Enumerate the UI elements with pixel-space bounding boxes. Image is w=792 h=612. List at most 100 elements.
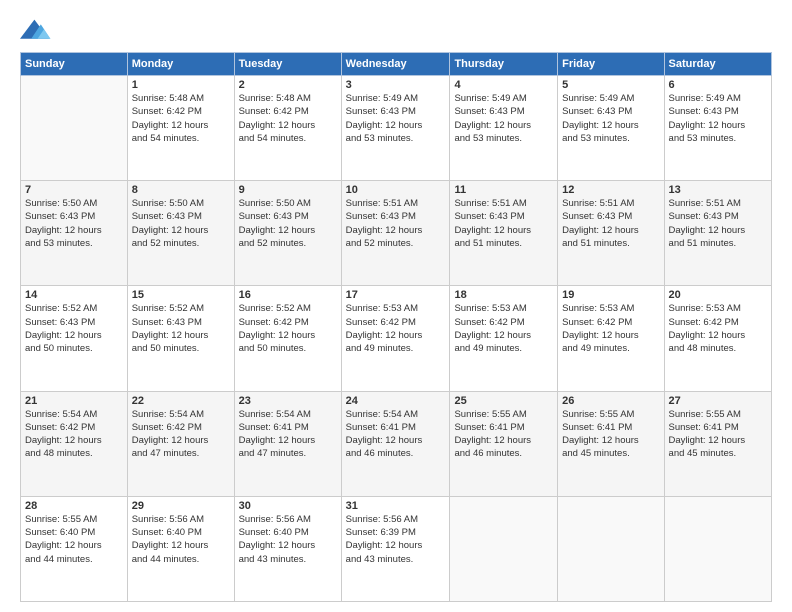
day-detail: Sunrise: 5:56 AM Sunset: 6:40 PM Dayligh… <box>132 513 230 566</box>
calendar: SundayMondayTuesdayWednesdayThursdayFrid… <box>20 52 772 602</box>
day-cell <box>558 496 664 601</box>
day-detail: Sunrise: 5:48 AM Sunset: 6:42 PM Dayligh… <box>132 92 230 145</box>
day-detail: Sunrise: 5:54 AM Sunset: 6:41 PM Dayligh… <box>239 408 337 461</box>
day-detail: Sunrise: 5:51 AM Sunset: 6:43 PM Dayligh… <box>562 197 659 250</box>
day-number: 7 <box>25 184 123 196</box>
day-cell: 24Sunrise: 5:54 AM Sunset: 6:41 PM Dayli… <box>341 391 450 496</box>
day-number: 18 <box>454 289 553 301</box>
day-detail: Sunrise: 5:55 AM Sunset: 6:41 PM Dayligh… <box>562 408 659 461</box>
day-cell: 28Sunrise: 5:55 AM Sunset: 6:40 PM Dayli… <box>21 496 128 601</box>
day-header-sunday: Sunday <box>21 53 128 76</box>
day-detail: Sunrise: 5:48 AM Sunset: 6:42 PM Dayligh… <box>239 92 337 145</box>
day-number: 31 <box>346 500 446 512</box>
day-number: 10 <box>346 184 446 196</box>
day-number: 21 <box>25 395 123 407</box>
day-cell: 15Sunrise: 5:52 AM Sunset: 6:43 PM Dayli… <box>127 286 234 391</box>
day-cell: 23Sunrise: 5:54 AM Sunset: 6:41 PM Dayli… <box>234 391 341 496</box>
day-number: 30 <box>239 500 337 512</box>
day-detail: Sunrise: 5:49 AM Sunset: 6:43 PM Dayligh… <box>562 92 659 145</box>
day-number: 9 <box>239 184 337 196</box>
logo <box>20 16 56 44</box>
day-number: 8 <box>132 184 230 196</box>
day-number: 5 <box>562 79 659 91</box>
day-detail: Sunrise: 5:53 AM Sunset: 6:42 PM Dayligh… <box>562 302 659 355</box>
day-number: 28 <box>25 500 123 512</box>
day-number: 1 <box>132 79 230 91</box>
header-row: SundayMondayTuesdayWednesdayThursdayFrid… <box>21 53 772 76</box>
day-number: 3 <box>346 79 446 91</box>
day-number: 17 <box>346 289 446 301</box>
day-detail: Sunrise: 5:53 AM Sunset: 6:42 PM Dayligh… <box>454 302 553 355</box>
day-detail: Sunrise: 5:49 AM Sunset: 6:43 PM Dayligh… <box>669 92 767 145</box>
day-detail: Sunrise: 5:56 AM Sunset: 6:39 PM Dayligh… <box>346 513 446 566</box>
day-detail: Sunrise: 5:54 AM Sunset: 6:42 PM Dayligh… <box>132 408 230 461</box>
day-number: 19 <box>562 289 659 301</box>
day-cell: 4Sunrise: 5:49 AM Sunset: 6:43 PM Daylig… <box>450 76 558 181</box>
page: SundayMondayTuesdayWednesdayThursdayFrid… <box>0 0 792 612</box>
day-cell: 21Sunrise: 5:54 AM Sunset: 6:42 PM Dayli… <box>21 391 128 496</box>
calendar-header: SundayMondayTuesdayWednesdayThursdayFrid… <box>21 53 772 76</box>
day-detail: Sunrise: 5:55 AM Sunset: 6:41 PM Dayligh… <box>454 408 553 461</box>
day-cell: 5Sunrise: 5:49 AM Sunset: 6:43 PM Daylig… <box>558 76 664 181</box>
week-row-4: 21Sunrise: 5:54 AM Sunset: 6:42 PM Dayli… <box>21 391 772 496</box>
day-header-thursday: Thursday <box>450 53 558 76</box>
day-number: 15 <box>132 289 230 301</box>
week-row-2: 7Sunrise: 5:50 AM Sunset: 6:43 PM Daylig… <box>21 181 772 286</box>
day-detail: Sunrise: 5:52 AM Sunset: 6:43 PM Dayligh… <box>25 302 123 355</box>
day-detail: Sunrise: 5:51 AM Sunset: 6:43 PM Dayligh… <box>346 197 446 250</box>
day-number: 6 <box>669 79 767 91</box>
day-detail: Sunrise: 5:55 AM Sunset: 6:40 PM Dayligh… <box>25 513 123 566</box>
day-detail: Sunrise: 5:56 AM Sunset: 6:40 PM Dayligh… <box>239 513 337 566</box>
day-number: 11 <box>454 184 553 196</box>
day-number: 4 <box>454 79 553 91</box>
day-detail: Sunrise: 5:49 AM Sunset: 6:43 PM Dayligh… <box>454 92 553 145</box>
day-number: 24 <box>346 395 446 407</box>
day-detail: Sunrise: 5:51 AM Sunset: 6:43 PM Dayligh… <box>669 197 767 250</box>
day-number: 20 <box>669 289 767 301</box>
day-cell: 6Sunrise: 5:49 AM Sunset: 6:43 PM Daylig… <box>664 76 771 181</box>
day-cell: 16Sunrise: 5:52 AM Sunset: 6:42 PM Dayli… <box>234 286 341 391</box>
day-number: 23 <box>239 395 337 407</box>
calendar-body: 1Sunrise: 5:48 AM Sunset: 6:42 PM Daylig… <box>21 76 772 602</box>
day-detail: Sunrise: 5:55 AM Sunset: 6:41 PM Dayligh… <box>669 408 767 461</box>
day-header-monday: Monday <box>127 53 234 76</box>
day-header-wednesday: Wednesday <box>341 53 450 76</box>
day-cell: 3Sunrise: 5:49 AM Sunset: 6:43 PM Daylig… <box>341 76 450 181</box>
day-cell: 1Sunrise: 5:48 AM Sunset: 6:42 PM Daylig… <box>127 76 234 181</box>
day-cell: 26Sunrise: 5:55 AM Sunset: 6:41 PM Dayli… <box>558 391 664 496</box>
day-detail: Sunrise: 5:52 AM Sunset: 6:43 PM Dayligh… <box>132 302 230 355</box>
day-detail: Sunrise: 5:54 AM Sunset: 6:42 PM Dayligh… <box>25 408 123 461</box>
day-number: 22 <box>132 395 230 407</box>
day-header-tuesday: Tuesday <box>234 53 341 76</box>
day-number: 27 <box>669 395 767 407</box>
day-cell: 2Sunrise: 5:48 AM Sunset: 6:42 PM Daylig… <box>234 76 341 181</box>
day-cell <box>664 496 771 601</box>
week-row-1: 1Sunrise: 5:48 AM Sunset: 6:42 PM Daylig… <box>21 76 772 181</box>
header <box>20 16 772 44</box>
day-detail: Sunrise: 5:53 AM Sunset: 6:42 PM Dayligh… <box>346 302 446 355</box>
day-detail: Sunrise: 5:53 AM Sunset: 6:42 PM Dayligh… <box>669 302 767 355</box>
day-number: 25 <box>454 395 553 407</box>
day-header-friday: Friday <box>558 53 664 76</box>
day-cell: 27Sunrise: 5:55 AM Sunset: 6:41 PM Dayli… <box>664 391 771 496</box>
day-cell: 17Sunrise: 5:53 AM Sunset: 6:42 PM Dayli… <box>341 286 450 391</box>
week-row-5: 28Sunrise: 5:55 AM Sunset: 6:40 PM Dayli… <box>21 496 772 601</box>
day-detail: Sunrise: 5:52 AM Sunset: 6:42 PM Dayligh… <box>239 302 337 355</box>
day-cell: 20Sunrise: 5:53 AM Sunset: 6:42 PM Dayli… <box>664 286 771 391</box>
day-cell: 14Sunrise: 5:52 AM Sunset: 6:43 PM Dayli… <box>21 286 128 391</box>
day-cell: 9Sunrise: 5:50 AM Sunset: 6:43 PM Daylig… <box>234 181 341 286</box>
day-number: 2 <box>239 79 337 91</box>
day-detail: Sunrise: 5:54 AM Sunset: 6:41 PM Dayligh… <box>346 408 446 461</box>
day-cell: 12Sunrise: 5:51 AM Sunset: 6:43 PM Dayli… <box>558 181 664 286</box>
day-number: 14 <box>25 289 123 301</box>
day-cell: 19Sunrise: 5:53 AM Sunset: 6:42 PM Dayli… <box>558 286 664 391</box>
day-detail: Sunrise: 5:50 AM Sunset: 6:43 PM Dayligh… <box>25 197 123 250</box>
day-cell: 13Sunrise: 5:51 AM Sunset: 6:43 PM Dayli… <box>664 181 771 286</box>
week-row-3: 14Sunrise: 5:52 AM Sunset: 6:43 PM Dayli… <box>21 286 772 391</box>
day-number: 12 <box>562 184 659 196</box>
day-detail: Sunrise: 5:50 AM Sunset: 6:43 PM Dayligh… <box>132 197 230 250</box>
day-cell: 7Sunrise: 5:50 AM Sunset: 6:43 PM Daylig… <box>21 181 128 286</box>
day-detail: Sunrise: 5:49 AM Sunset: 6:43 PM Dayligh… <box>346 92 446 145</box>
day-cell <box>450 496 558 601</box>
day-cell: 18Sunrise: 5:53 AM Sunset: 6:42 PM Dayli… <box>450 286 558 391</box>
